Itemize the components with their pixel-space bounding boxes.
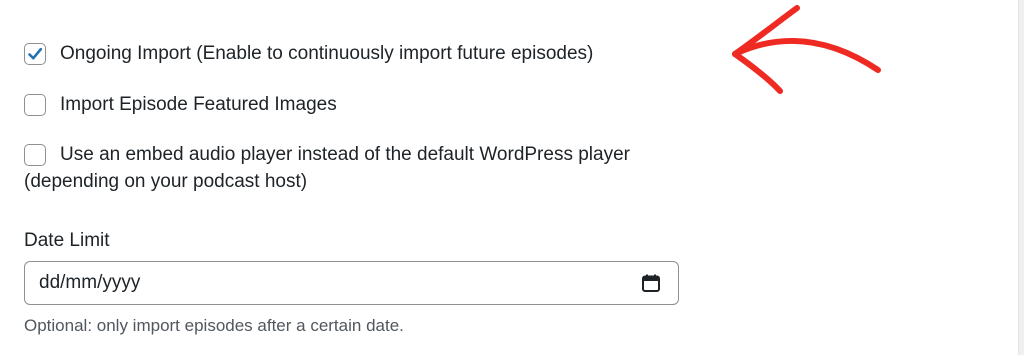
date-limit-label: Date Limit <box>24 230 110 251</box>
date-limit-placeholder: dd/mm/yyyy <box>39 272 141 293</box>
calendar-icon[interactable] <box>640 272 662 294</box>
option-ongoing-import[interactable]: Ongoing Import (Enable to continuously i… <box>24 42 593 66</box>
settings-panel: Ongoing Import (Enable to continuously i… <box>0 0 1019 355</box>
date-limit-input[interactable]: dd/mm/yyyy <box>24 261 679 305</box>
option-embed-player[interactable]: Use an embed audio player instead of the… <box>24 143 630 167</box>
red-arrow-annotation <box>732 5 881 94</box>
embed-player-label: Use an embed audio player instead of the… <box>60 144 630 165</box>
featured-images-checkbox[interactable] <box>24 94 46 116</box>
embed-player-checkbox[interactable] <box>24 144 46 166</box>
ongoing-import-checkbox[interactable] <box>24 43 46 65</box>
option-featured-images[interactable]: Import Episode Featured Images <box>24 93 337 117</box>
checkmark-icon <box>28 47 43 60</box>
ongoing-import-label: Ongoing Import (Enable to continuously i… <box>60 43 594 64</box>
embed-player-label-continued: (depending on your podcast host) <box>24 171 308 192</box>
featured-images-label: Import Episode Featured Images <box>60 94 337 115</box>
date-limit-help-text: Optional: only import episodes after a c… <box>24 316 404 335</box>
